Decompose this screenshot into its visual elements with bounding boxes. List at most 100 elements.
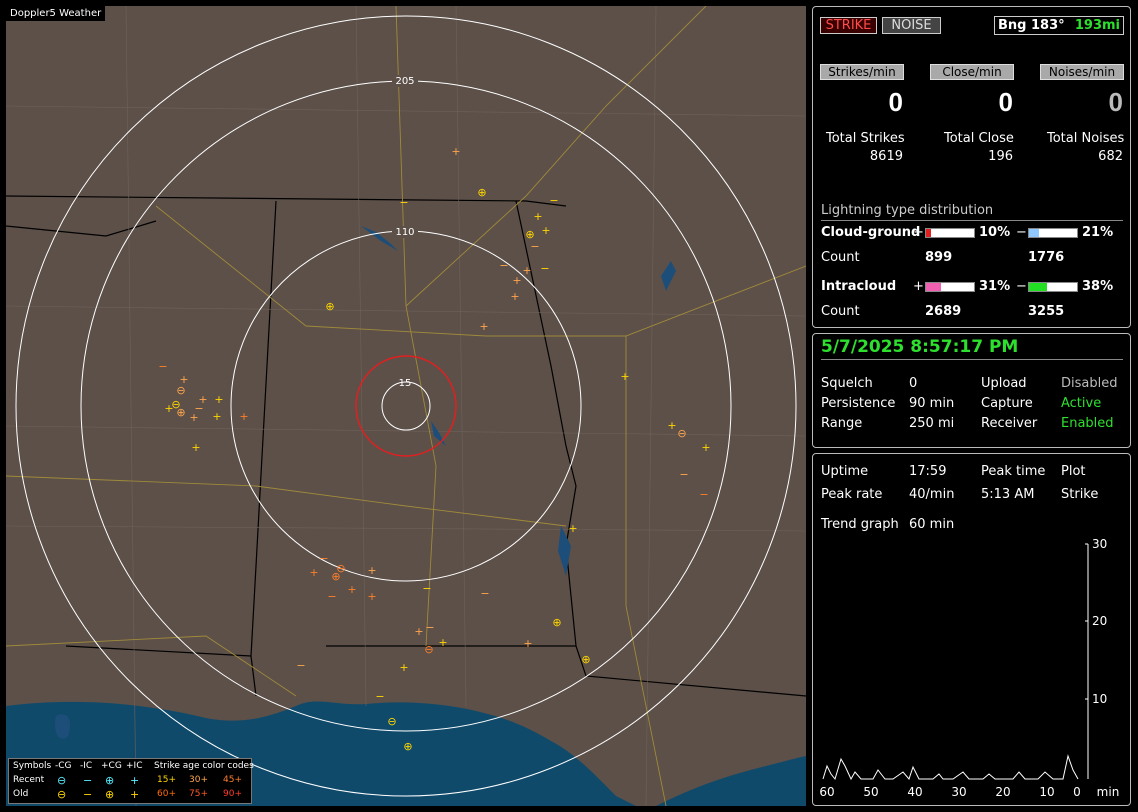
ic-pos-bar bbox=[925, 282, 975, 292]
noise-button[interactable]: NOISE bbox=[882, 17, 941, 34]
strike-marker: ⊖ bbox=[424, 643, 433, 656]
strike-marker: + bbox=[414, 625, 423, 638]
strike-marker: + bbox=[367, 564, 376, 577]
noises-per-min-value: 0 bbox=[1108, 87, 1123, 117]
ic-count-label: Count bbox=[821, 304, 860, 319]
receiver-label: Receiver bbox=[981, 416, 1038, 431]
ic-neg-bar-fill bbox=[1029, 283, 1048, 291]
bearing-box: Bng 183° 193mi bbox=[994, 16, 1124, 35]
strike-marker: + bbox=[523, 637, 532, 650]
trend-x-label-10: 10 bbox=[1039, 785, 1054, 799]
strike-marker: ⊖ bbox=[387, 715, 396, 728]
strikes-per-min-label: Strikes/min bbox=[820, 64, 904, 80]
strike-marker: + bbox=[568, 522, 577, 535]
strike-marker: + bbox=[451, 145, 460, 158]
bearing-distance: 193mi bbox=[1074, 18, 1120, 33]
trend-x-unit: min bbox=[1097, 785, 1120, 799]
strike-marker: ⊖ bbox=[677, 427, 686, 440]
uptime-value: 17:59 bbox=[909, 464, 947, 479]
strike-marker: + bbox=[164, 402, 173, 415]
cg-neg-bar bbox=[1028, 228, 1078, 238]
close-strike-ring bbox=[355, 355, 457, 457]
total-close-label: Total Close bbox=[944, 131, 1014, 146]
capture-label: Capture bbox=[981, 396, 1033, 411]
legend-col-neg-ic: -IC bbox=[80, 761, 93, 771]
bearing-label: Bng 183° bbox=[998, 18, 1065, 33]
range-ring-close bbox=[381, 381, 431, 431]
cg-pos-bar bbox=[925, 228, 975, 238]
trend-y-label-10: 10 bbox=[1092, 692, 1107, 706]
strike-marker: + bbox=[667, 419, 676, 432]
strike-marker: + bbox=[214, 393, 223, 406]
upload-label: Upload bbox=[981, 376, 1027, 391]
strike-marker: + bbox=[189, 411, 198, 424]
legend-age-60: 60+ bbox=[157, 789, 176, 799]
radar-map[interactable]: 205 110 15 + ⊕ − − + + ⊕ − + − − + + ⊕ + + − + ⊖ ⊖ + ⊕ + + − + + + +… bbox=[6, 6, 806, 806]
strike-marker: ⊕ bbox=[331, 570, 340, 583]
strike-marker: − bbox=[296, 659, 305, 672]
range-label: Range bbox=[821, 416, 863, 431]
strikes-per-min-value: 0 bbox=[888, 87, 903, 117]
strike-marker: + bbox=[541, 224, 550, 237]
range-value: 250 mi bbox=[909, 416, 955, 431]
gulf-water-right bbox=[656, 756, 806, 806]
strike-marker: − bbox=[549, 194, 558, 207]
cg-count-label: Count bbox=[821, 250, 860, 265]
strike-marker: + bbox=[367, 590, 376, 603]
trend-y-label-20: 20 bbox=[1092, 614, 1107, 628]
current-datetime: 5/7/2025 8:57:17 PM bbox=[821, 337, 1019, 357]
strike-marker: + bbox=[399, 661, 408, 674]
status-panel: 5/7/2025 8:57:17 PM Squelch 0 Upload Dis… bbox=[812, 333, 1131, 448]
strike-marker: ⊕ bbox=[325, 300, 334, 313]
trend-graph-label: Trend graph bbox=[821, 517, 899, 532]
legend-recent-pos-cg-icon: ⊕ bbox=[105, 774, 115, 787]
strike-marker: + bbox=[309, 566, 318, 579]
legend-old-neg-cg-icon: ⊖ bbox=[57, 788, 67, 801]
strike-marker: + bbox=[522, 264, 531, 277]
total-noises-value: 682 bbox=[1098, 149, 1123, 164]
trend-chart: 30 20 10 60 50 40 30 20 10 0 min bbox=[819, 537, 1120, 799]
receiver-value: Enabled bbox=[1061, 416, 1114, 431]
strike-marker: − bbox=[480, 587, 489, 600]
legend-old-neg-ic-icon: − bbox=[83, 788, 93, 801]
total-strikes-label: Total Strikes bbox=[826, 131, 905, 146]
ring-label-205: 205 bbox=[395, 76, 414, 87]
persistence-value: 90 min bbox=[909, 396, 955, 411]
ic-pos-count: 2689 bbox=[925, 304, 962, 319]
trend-x-label-0: 0 bbox=[1073, 785, 1081, 799]
ic-plus-sign: + bbox=[913, 279, 924, 294]
uptime-label: Uptime bbox=[821, 464, 869, 479]
distribution-title: Lightning type distribution bbox=[821, 203, 994, 218]
total-strikes-value: 8619 bbox=[869, 149, 903, 164]
legend-age-75: 75+ bbox=[189, 789, 208, 799]
range-ring-outer bbox=[15, 15, 797, 797]
strike-marker: + bbox=[239, 410, 248, 423]
strike-marker: ⊕ bbox=[552, 616, 561, 629]
strike-marker: ⊕ bbox=[581, 653, 590, 666]
legend-recent-label: Recent bbox=[13, 775, 45, 785]
strike-marker: + bbox=[438, 636, 447, 649]
total-noises-label: Total Noises bbox=[1047, 131, 1125, 146]
counters-panel: STRIKE NOISE Bng 183° 193mi Strikes/min … bbox=[812, 6, 1131, 328]
strike-marker: + bbox=[347, 583, 356, 596]
strike-marker: − bbox=[425, 621, 434, 634]
peak-rate-label: Peak rate bbox=[821, 487, 883, 502]
distribution-divider bbox=[821, 220, 1123, 221]
cg-neg-percent: 21% bbox=[1082, 225, 1114, 240]
legend-col-neg-cg: -CG bbox=[55, 761, 72, 771]
strike-marker: + bbox=[620, 370, 629, 383]
legend-age-title: Strike age color codes bbox=[154, 761, 254, 771]
noises-per-min-label: Noises/min bbox=[1040, 64, 1124, 80]
ic-minus-sign: − bbox=[1016, 279, 1027, 294]
close-per-min-label: Close/min bbox=[930, 64, 1014, 80]
strike-button[interactable]: STRIKE bbox=[820, 17, 877, 34]
strike-marker: − bbox=[375, 690, 384, 703]
legend-symbols-label: Symbols bbox=[13, 761, 52, 771]
plot-value[interactable]: Strike bbox=[1061, 487, 1098, 502]
cg-neg-bar-fill bbox=[1029, 229, 1040, 237]
strike-marker: − bbox=[499, 259, 508, 272]
cg-minus-sign: − bbox=[1016, 225, 1027, 240]
trend-x-label-50: 50 bbox=[863, 785, 878, 799]
strike-marker: + bbox=[191, 441, 200, 454]
upload-value: Disabled bbox=[1061, 376, 1118, 391]
